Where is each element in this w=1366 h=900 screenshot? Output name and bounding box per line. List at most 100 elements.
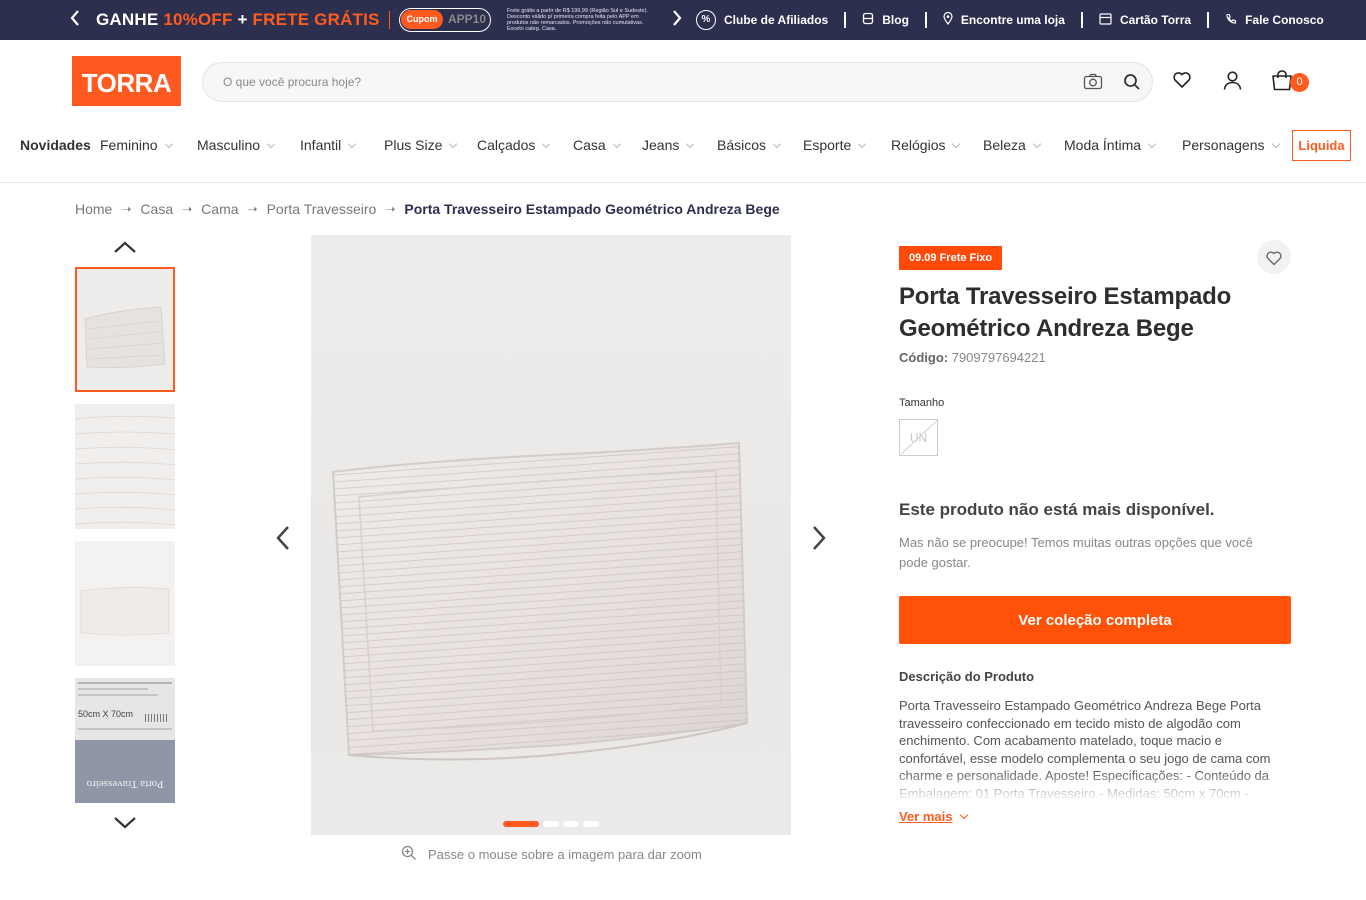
top-link-store-locator[interactable]: Encontre uma loja xyxy=(943,11,1065,28)
search-input[interactable] xyxy=(223,72,1043,92)
nav-item-liquida[interactable]: Liquida xyxy=(1292,130,1351,161)
nav-item-basicos[interactable]: Básicos xyxy=(717,137,782,153)
thumbnails-down-icon[interactable] xyxy=(113,816,137,832)
promo-headline[interactable]: GANHE 10%OFF + FRETE GRÁTIS xyxy=(96,10,380,30)
pillow-side-image xyxy=(75,541,175,666)
promo-flag-badge: 09.09 Frete Fixo xyxy=(899,246,1003,270)
nav-item-plus-size[interactable]: Plus Size xyxy=(384,137,458,153)
thumbnails-up-icon[interactable] xyxy=(113,240,137,256)
nav-item-esporte[interactable]: Esporte xyxy=(803,137,867,153)
ver-mais-link[interactable]: Ver mais xyxy=(899,809,968,824)
chevron-down-icon xyxy=(772,139,782,149)
top-link-label: Cartão Torra xyxy=(1119,13,1192,27)
nav-item-infantil[interactable]: Infantil xyxy=(300,137,357,153)
breadcrumb-casa[interactable]: Casa xyxy=(140,201,173,217)
top-link-separator xyxy=(844,12,847,28)
label-size-text: 50cm X 70cm xyxy=(78,709,134,719)
nav-label: Beleza xyxy=(983,137,1026,153)
image-next-icon[interactable] xyxy=(812,525,826,556)
main-product-image[interactable] xyxy=(311,235,791,835)
thumbnail-4[interactable]: 50cm X 70cm Porta Travesseiro xyxy=(75,678,175,803)
nav-label: Calçados xyxy=(477,137,536,153)
pagination-dot-3[interactable] xyxy=(563,821,579,827)
nav-item-novidades[interactable]: Novidades xyxy=(20,137,91,153)
thumbnail-3[interactable] xyxy=(75,541,175,666)
product-code-value: 7909797694221 xyxy=(951,350,1046,365)
breadcrumb-home[interactable]: Home xyxy=(75,201,112,217)
nav-item-personagens[interactable]: Personagens xyxy=(1182,137,1280,153)
promo-prev-icon[interactable] xyxy=(70,9,80,32)
arrow-right-icon: ➝ xyxy=(182,202,193,216)
camera-icon[interactable] xyxy=(1083,72,1103,97)
nav-label: Personagens xyxy=(1182,137,1265,153)
view-collection-button[interactable]: Ver coleção completa xyxy=(899,596,1291,644)
breadcrumb: Home ➝ Casa ➝ Cama ➝ Porta Travesseiro ➝… xyxy=(75,201,780,217)
top-link-fale-conosco[interactable]: Fale Conosco xyxy=(1225,13,1324,28)
barcode-icon xyxy=(145,714,169,722)
breadcrumb-porta-travesseiro[interactable]: Porta Travesseiro xyxy=(267,201,377,217)
label-card-bottom: Porta Travesseiro xyxy=(75,740,175,803)
chevron-down-icon xyxy=(348,139,357,149)
size-option-un[interactable]: UN xyxy=(899,419,938,456)
location-pin-icon xyxy=(943,11,953,28)
coupon-tag: Cupom xyxy=(401,10,443,29)
nav-label: Feminino xyxy=(100,137,158,153)
thumbnail-2[interactable] xyxy=(75,404,175,529)
nav-item-beleza[interactable]: Beleza xyxy=(983,137,1042,153)
chevron-down-icon xyxy=(542,139,551,149)
nav-item-calcados[interactable]: Calçados xyxy=(477,137,551,153)
top-link-cartao-torra[interactable]: Cartão Torra xyxy=(1099,12,1192,28)
nav-item-masculino[interactable]: Masculino xyxy=(197,137,276,153)
user-icon[interactable] xyxy=(1222,70,1243,96)
nav-item-feminino[interactable]: Feminino xyxy=(100,137,173,153)
pagination-dot-2[interactable] xyxy=(543,821,559,827)
unavailable-title: Este produto não está mais disponível. xyxy=(899,500,1215,519)
wishlist-button[interactable] xyxy=(1257,240,1291,274)
top-link-blog[interactable]: Blog xyxy=(862,12,909,28)
image-prev-icon[interactable] xyxy=(276,525,290,556)
percent-icon: % xyxy=(696,10,716,30)
chevron-down-icon xyxy=(1032,139,1042,149)
category-nav: Novidades Feminino Masculino Infantil Pl… xyxy=(0,128,1366,164)
nav-label: Masculino xyxy=(197,137,261,153)
nav-item-moda-intima[interactable]: Moda Íntima xyxy=(1064,137,1157,153)
breadcrumb-cama[interactable]: Cama xyxy=(201,201,238,217)
pillow-thumbnail-image xyxy=(77,269,173,390)
search-icon[interactable] xyxy=(1122,72,1142,97)
nav-item-casa[interactable]: Casa xyxy=(573,137,621,153)
chevron-down-icon xyxy=(959,810,968,820)
label-card-top: 50cm X 70cm xyxy=(75,678,175,740)
coupon-code: APP10 xyxy=(448,12,487,26)
top-link-label: Encontre uma loja xyxy=(960,13,1065,27)
promo-text-free-shipping: FRETE GRÁTIS xyxy=(252,10,380,29)
nav-label: Relógios xyxy=(891,137,946,153)
arrow-right-icon: ➝ xyxy=(247,202,258,216)
heart-icon[interactable] xyxy=(1172,70,1192,95)
promo-text-ganhe: GANHE xyxy=(96,10,164,29)
torra-logo[interactable]: TORRA xyxy=(72,56,181,106)
arrow-right-icon: ➝ xyxy=(121,202,132,216)
card-icon xyxy=(1099,12,1112,28)
top-links: % Clube de Afiliados Blog Encontre uma l… xyxy=(696,0,1324,40)
nav-item-relogios[interactable]: Relógios xyxy=(891,137,961,153)
top-link-separator xyxy=(924,12,927,28)
arrow-right-icon: ➝ xyxy=(385,202,396,216)
nav-label: Infantil xyxy=(300,137,342,153)
description-title: Descrição do Produto xyxy=(899,669,1035,684)
chevron-down-icon xyxy=(1147,139,1157,149)
search-bar xyxy=(202,62,1153,102)
nav-item-jeans[interactable]: Jeans xyxy=(642,137,695,153)
promo-next-icon[interactable] xyxy=(672,9,682,32)
top-link-label: Clube de Afiliados xyxy=(724,13,829,27)
top-link-label: Blog xyxy=(882,13,909,27)
coupon-pill[interactable]: Cupom APP10 xyxy=(399,8,491,32)
thumbnail-1[interactable] xyxy=(75,267,175,392)
chevron-down-icon xyxy=(612,139,621,149)
promo-fine-print: Frete grátis a partir de R$ 199,99 (Regi… xyxy=(507,8,648,32)
pagination-dot-4[interactable] xyxy=(583,821,599,827)
zoom-hint: Passe o mouse sobre a imagem para dar zo… xyxy=(401,845,702,864)
pagination-dot-1[interactable] xyxy=(503,821,539,827)
top-link-clube-afiliados[interactable]: % Clube de Afiliados xyxy=(696,10,828,30)
product-code: Código: 7909797694221 xyxy=(899,350,1046,365)
chevron-down-icon xyxy=(952,139,961,149)
